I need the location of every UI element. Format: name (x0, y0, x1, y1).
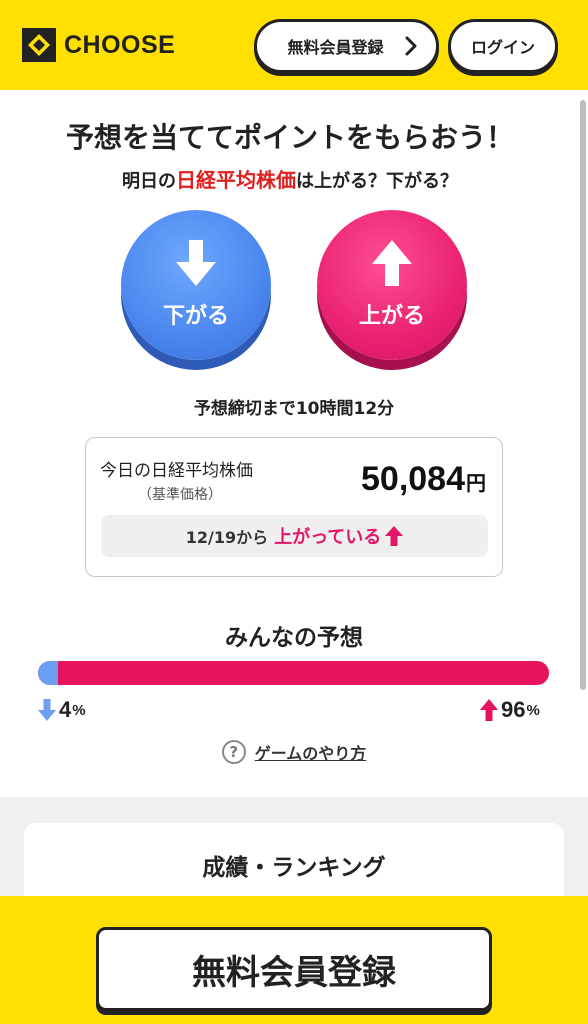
price-sub-label: （基準価格） (138, 487, 222, 503)
price-value: 50,084円 (361, 460, 486, 499)
game-question: 明日の日経平均株価は上がる？下がる？ (0, 164, 580, 193)
price-card: 今日の日経平均株価 （基準価格） 50,084円 12/19から 上がっている (85, 437, 503, 577)
deadline-text: 予想締切まで10時間12分 (193, 399, 395, 419)
poll-up-value: 96 (501, 697, 526, 722)
poll-bar (38, 661, 549, 685)
poll-down-unit: % (72, 701, 86, 719)
chevron-right-icon (400, 35, 422, 57)
price-change-box: 12/19から 上がっている (101, 515, 488, 557)
poll-down-value: 4 (59, 697, 72, 722)
footer-register-button[interactable]: 無料会員登録 (96, 927, 492, 1011)
how-to-play-link[interactable]: ゲームのやり方 (255, 740, 367, 764)
vote-down-label: 下がる (162, 304, 229, 329)
price-unit: 円 (466, 473, 486, 495)
arrow-down-icon (176, 240, 216, 286)
poll-up-percent: 96% (480, 697, 540, 723)
price-label: 今日の日経平均株価 (100, 461, 253, 481)
ranking-title: 成績・ランキング (202, 855, 386, 881)
logo-text: CHOOSE (64, 30, 176, 59)
vote-up-label: 上がる (358, 304, 425, 329)
poll-title: みんなの予想 (225, 625, 363, 651)
poll-down-percent: 4% (38, 697, 86, 723)
header-register-button[interactable]: 無料会員登録 (254, 19, 439, 73)
question-icon: ? (221, 740, 246, 764)
poll-bar-down-fill (38, 661, 59, 685)
change-status: 上がっている (274, 527, 382, 548)
how-to-play: ? ゲームのやり方 (0, 740, 588, 764)
vote-up-button[interactable]: 上がる (317, 210, 467, 360)
question-prefix: 明日の (122, 171, 176, 192)
question-suffix: は上がる？下がる？ (296, 171, 458, 192)
arrow-up-icon (372, 240, 412, 286)
arrow-down-icon (38, 699, 56, 721)
header-register-label: 無料会員登録 (287, 38, 384, 57)
price-number: 50,084 (361, 460, 465, 498)
arrow-up-icon (480, 699, 498, 721)
app-header: CHOOSE 無料会員登録 ログイン (0, 0, 588, 90)
vote-down-button[interactable]: 下がる (121, 210, 271, 360)
header-login-button[interactable]: ログイン (448, 19, 558, 73)
change-prefix: 12/19から (185, 528, 269, 547)
arrow-up-icon (385, 526, 404, 546)
question-index-name: 日経平均株価 (176, 168, 296, 192)
logo[interactable]: CHOOSE (22, 28, 175, 62)
logo-icon (22, 28, 56, 62)
game-headline: 予想を当ててポイントをもらおう！ (65, 121, 514, 154)
poll-up-unit: % (526, 701, 540, 719)
